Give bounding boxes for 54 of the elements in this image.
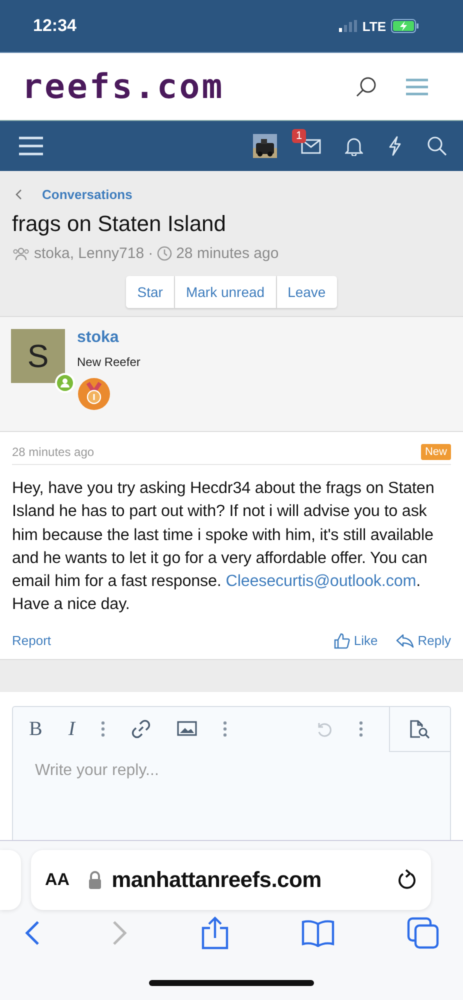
users-icon [12,246,30,260]
address-bar[interactable]: AA manhattanreefs.com [31,850,431,910]
author-link[interactable]: stoka [77,329,119,347]
search-icon[interactable] [355,76,377,98]
url-text: manhattanreefs.com [112,867,322,893]
bell-icon[interactable] [345,136,363,156]
reply-arrow-icon [396,634,414,648]
breadcrumb-link[interactable]: Conversations [42,187,132,202]
book-icon[interactable] [300,919,335,947]
reply-input[interactable]: Write your reply... [13,752,450,790]
italic-button[interactable]: I [68,718,76,741]
lock-icon [88,871,102,889]
clock-icon [157,246,172,261]
status-time: 12:34 [33,16,76,36]
action-button[interactable]: Mark unread [174,276,277,308]
back-icon[interactable] [24,920,40,946]
user-avatar[interactable]: S [11,329,65,383]
share-icon[interactable] [200,916,228,950]
lightning-icon[interactable] [387,136,403,156]
medal-icon [77,377,111,411]
conversation-title: frags on Staten Island [12,211,228,237]
action-button[interactable]: Star [126,276,175,308]
chevron-left-icon[interactable] [15,189,22,200]
reply-editor[interactable]: B I Write your reply... [12,706,451,841]
message-text: Hey, have you try asking Hecdr34 about the frags on Staten Island he has to part out with? If not i will advise you to ask him because the last time i spoke with him, it's still available and he wants to let it go for a very affordable offer. You can email him for a fast response. Cleesecurtis@outlook.com. Have a nice day. [12,478,436,616]
preview-icon [409,718,431,739]
bold-button[interactable]: B [29,718,42,741]
email-link[interactable]: Cleesecurtis@outlook.com [226,572,416,590]
thumbs-up-icon [334,632,350,649]
more-icon[interactable] [223,721,228,738]
image-icon[interactable] [177,721,198,738]
preview-button[interactable] [389,706,450,752]
search-icon[interactable] [427,136,447,156]
text-size-button[interactable]: AA [45,870,70,890]
action-button[interactable]: Leave [276,276,337,308]
more-icon[interactable] [101,721,106,738]
report-link[interactable]: Report [12,633,52,648]
reply-button[interactable]: Reply [396,632,451,649]
network-label: LTE [362,18,386,34]
new-label: New [420,444,451,460]
user-title: New Reefer [77,355,140,369]
like-button[interactable]: Like [334,632,378,649]
envelope-icon[interactable] [301,138,321,154]
reload-icon[interactable] [397,869,417,891]
separator: · [148,245,154,262]
more-icon[interactable] [359,721,363,738]
link-icon[interactable] [131,719,152,740]
notification-badge: 1 [292,128,306,142]
tabs-icon[interactable] [407,917,439,949]
battery-icon [391,19,419,33]
participants: stoka, Lenny718 [34,245,144,262]
signal-icon [339,20,358,32]
conversation-time: 28 minutes ago [176,245,279,262]
message-time: 28 minutes ago [12,445,94,459]
